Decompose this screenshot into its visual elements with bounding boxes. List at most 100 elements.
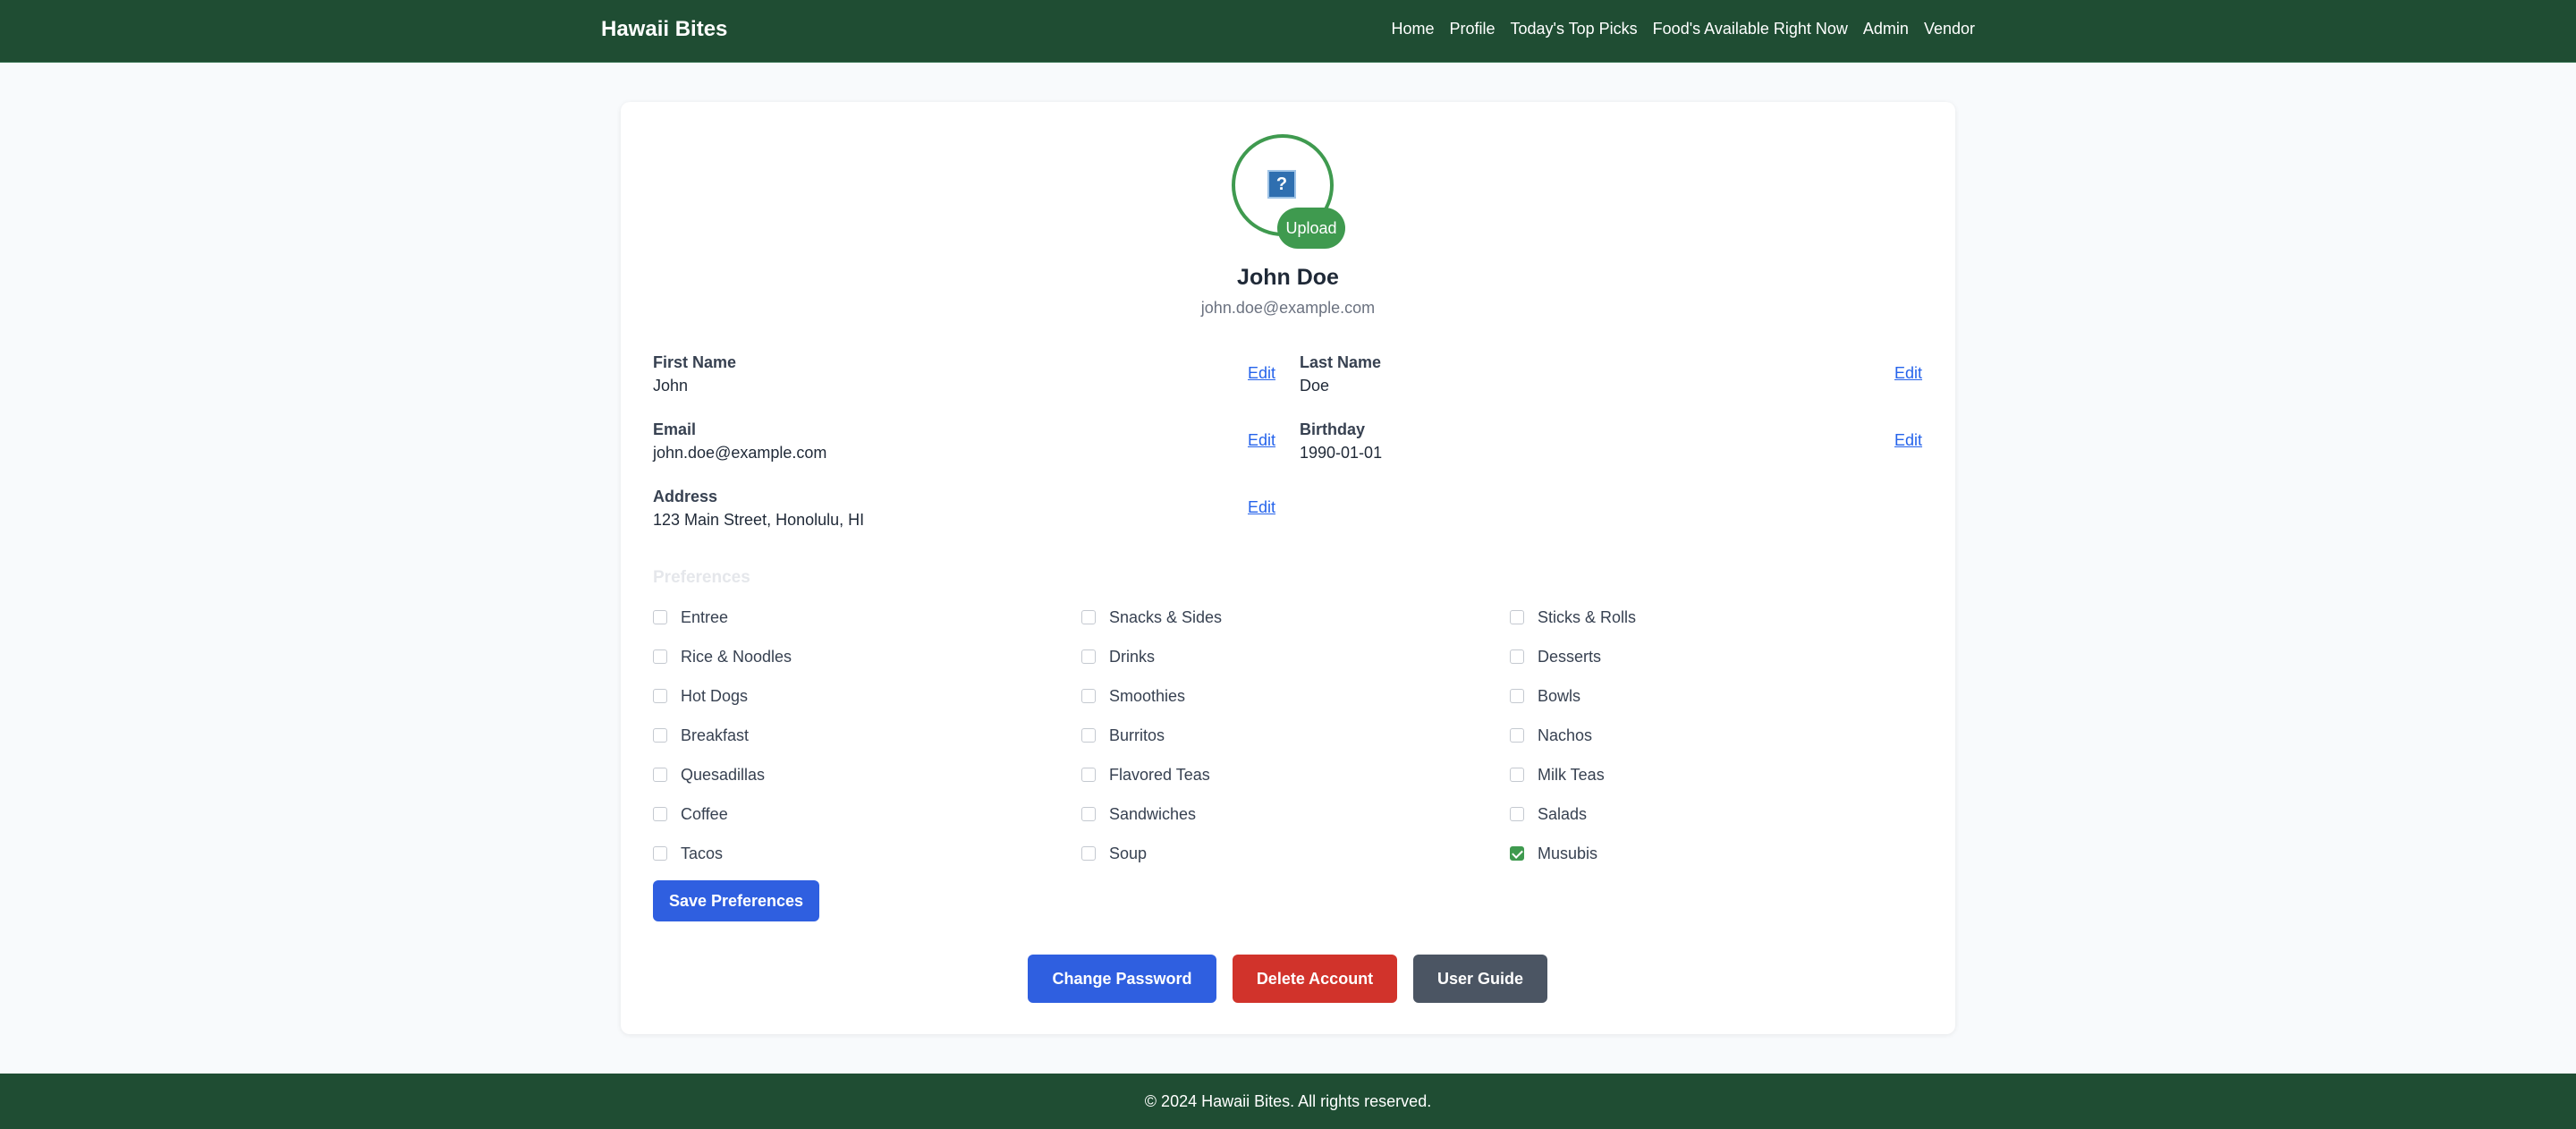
pref-label: Burritos [1109, 726, 1165, 744]
change-password-button[interactable]: Change Password [1028, 955, 1216, 1003]
pref-musubis[interactable]: Musubis [1510, 843, 1597, 864]
nav-top-picks[interactable]: Today's Top Picks [1511, 20, 1638, 38]
pref-checkbox[interactable] [653, 728, 667, 743]
pref-rice-noodles[interactable]: Rice & Noodles [653, 646, 792, 667]
pref-checkbox[interactable] [1081, 807, 1096, 821]
user-guide-button[interactable]: User Guide [1413, 955, 1547, 1003]
email-value: john.doe@example.com [653, 444, 827, 462]
pref-label: Quesadillas [681, 765, 766, 784]
top-navbar: Hawaii Bites Home Profile Today's Top Pi… [0, 0, 2576, 63]
pref-checkbox[interactable] [1510, 689, 1524, 703]
first-name-label: First Name [653, 353, 737, 371]
nav-admin[interactable]: Admin [1863, 20, 1909, 38]
pref-label: Sticks & Rolls [1538, 607, 1637, 626]
pref-label: Breakfast [681, 726, 750, 744]
pref-nachos[interactable]: Nachos [1510, 725, 1592, 746]
pref-breakfast[interactable]: Breakfast [653, 725, 749, 746]
pref-checkbox[interactable] [1081, 610, 1096, 624]
broken-image-icon: ? [1267, 170, 1296, 199]
edit-birthday-link[interactable]: Edit [1894, 431, 1922, 450]
pref-entree[interactable]: Entree [653, 607, 728, 628]
save-preferences-button[interactable]: Save Preferences [653, 880, 819, 921]
pref-flavored-teas[interactable]: Flavored Teas [1081, 764, 1210, 785]
pref-salads[interactable]: Salads [1510, 803, 1587, 825]
pref-checkbox[interactable] [653, 689, 667, 703]
pref-drinks[interactable]: Drinks [1081, 646, 1155, 667]
pref-label: Tacos [681, 844, 724, 862]
pref-sandwiches[interactable]: Sandwiches [1081, 803, 1196, 825]
pref-snacks-sides[interactable]: Snacks & Sides [1081, 607, 1222, 628]
pref-checkbox[interactable] [653, 846, 667, 861]
pref-sticks-rolls[interactable]: Sticks & Rolls [1510, 607, 1636, 628]
pref-tacos[interactable]: Tacos [653, 843, 723, 864]
pref-checkbox[interactable] [1510, 846, 1524, 861]
pref-checkbox[interactable] [1081, 768, 1096, 782]
pref-coffee[interactable]: Coffee [653, 803, 728, 825]
birthday-label: Birthday [1300, 420, 1366, 438]
pref-smoothies[interactable]: Smoothies [1081, 685, 1185, 707]
pref-quesadillas[interactable]: Quesadillas [653, 764, 765, 785]
last-name-label: Last Name [1300, 353, 1382, 371]
pref-checkbox[interactable] [1510, 768, 1524, 782]
pref-desserts[interactable]: Desserts [1510, 646, 1601, 667]
pref-label: Smoothies [1109, 686, 1186, 705]
pref-label: Nachos [1538, 726, 1593, 744]
pref-burritos[interactable]: Burritos [1081, 725, 1165, 746]
pref-label: Musubis [1538, 844, 1598, 862]
edit-email-link[interactable]: Edit [1248, 431, 1275, 450]
pref-checkbox[interactable] [1081, 689, 1096, 703]
pref-checkbox[interactable] [1510, 807, 1524, 821]
nav-available-now[interactable]: Food's Available Right Now [1653, 20, 1848, 38]
pref-label: Coffee [681, 804, 728, 823]
pref-label: Desserts [1538, 647, 1602, 666]
address-value: 123 Main Street, Honolulu, HI [653, 511, 865, 529]
pref-checkbox[interactable] [1081, 728, 1096, 743]
nav-home[interactable]: Home [1391, 20, 1434, 38]
pref-label: Snacks & Sides [1109, 607, 1223, 626]
pref-checkbox[interactable] [1510, 610, 1524, 624]
edit-address-link[interactable]: Edit [1248, 498, 1275, 517]
birthday-value: 1990-01-01 [1300, 444, 1383, 462]
birthday-field: Birthday 1990-01-01 [1300, 420, 1382, 463]
brand-logo[interactable]: Hawaii Bites [601, 17, 727, 42]
profile-email: john.doe@example.com [1200, 299, 1376, 317]
pref-checkbox[interactable] [653, 649, 667, 664]
pref-label: Milk Teas [1538, 765, 1605, 784]
pref-label: Flavored Teas [1109, 765, 1210, 784]
nav-vendor[interactable]: Vendor [1924, 20, 1975, 38]
first-name-field: First Name John [653, 353, 736, 395]
delete-account-button[interactable]: Delete Account [1233, 955, 1397, 1003]
upload-avatar-button[interactable]: Upload [1277, 208, 1345, 249]
first-name-value: John [653, 377, 689, 395]
pref-label: Bowls [1538, 686, 1581, 705]
edit-first-name-link[interactable]: Edit [1248, 364, 1275, 383]
pref-checkbox[interactable] [1081, 649, 1096, 664]
preferences-heading: Preferences [653, 568, 750, 587]
last-name-field: Last Name Doe [1300, 353, 1381, 395]
main-nav: Home Profile Today's Top Picks Food's Av… [1391, 20, 1975, 38]
pref-label: Soup [1109, 844, 1148, 862]
email-label: Email [653, 420, 697, 438]
address-field: Address 123 Main Street, Honolulu, HI [653, 488, 864, 530]
pref-label: Drinks [1109, 647, 1156, 666]
email-field: Email john.doe@example.com [653, 420, 826, 463]
page-footer: © 2024 Hawaii Bites. All rights reserved… [0, 1074, 2576, 1129]
profile-card: ? Upload John Doe john.doe@example.com F… [621, 102, 1955, 1034]
last-name-value: Doe [1300, 377, 1330, 395]
pref-soup[interactable]: Soup [1081, 843, 1147, 864]
pref-checkbox[interactable] [653, 768, 667, 782]
pref-label: Salads [1538, 804, 1588, 823]
nav-profile[interactable]: Profile [1449, 20, 1495, 38]
pref-label: Hot Dogs [681, 686, 749, 705]
address-label: Address [653, 488, 718, 505]
pref-checkbox[interactable] [653, 610, 667, 624]
pref-checkbox[interactable] [1510, 728, 1524, 743]
profile-name: John Doe [1237, 265, 1339, 290]
pref-milk-teas[interactable]: Milk Teas [1510, 764, 1605, 785]
pref-checkbox[interactable] [653, 807, 667, 821]
pref-hot-dogs[interactable]: Hot Dogs [653, 685, 748, 707]
pref-checkbox[interactable] [1510, 649, 1524, 664]
edit-last-name-link[interactable]: Edit [1894, 364, 1922, 383]
pref-checkbox[interactable] [1081, 846, 1096, 861]
pref-bowls[interactable]: Bowls [1510, 685, 1580, 707]
